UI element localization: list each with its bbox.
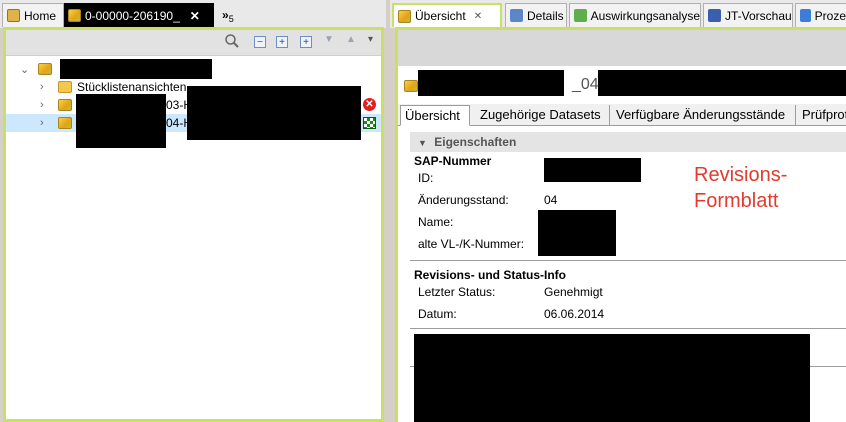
revisions-formblatt-annotation: Revisions- Formblatt bbox=[694, 164, 788, 212]
revision-status-section-title: Revisions- und Status-Info bbox=[414, 268, 567, 282]
tree-toolbar: − + + ▼ ▲ ▾ bbox=[6, 30, 381, 56]
summary-pane: _04- Übersicht Zugehörige Datasets Verfü… bbox=[395, 27, 846, 422]
chevron-down-icon[interactable]: ⌄ bbox=[20, 63, 29, 76]
expand-icon[interactable]: + bbox=[276, 36, 288, 48]
sap-number-section-title: SAP-Nummer bbox=[414, 154, 492, 168]
redacted-block bbox=[544, 158, 641, 182]
collapse-icon[interactable]: − bbox=[254, 36, 266, 48]
aenderungsstand-value: 04 bbox=[544, 193, 558, 207]
section-divider bbox=[410, 328, 846, 329]
view-menu-icon[interactable]: ▾ bbox=[368, 34, 373, 45]
header-strip bbox=[398, 30, 846, 66]
properties-header-label: Eigenschaften bbox=[434, 135, 517, 149]
details-icon bbox=[510, 9, 523, 22]
chevron-down-icon: ▼ bbox=[418, 138, 427, 148]
tab-bom[interactable]: 0-00000-206190_ ✕ bbox=[64, 3, 214, 28]
alte-nummer-label: alte VL-/K-Nummer: bbox=[418, 237, 525, 251]
checkered-flag-icon bbox=[363, 117, 376, 129]
redacted-block bbox=[414, 334, 810, 422]
overflow-count: 5 bbox=[228, 14, 234, 24]
redacted-block bbox=[418, 70, 564, 96]
error-status-icon: ✕ bbox=[363, 98, 376, 111]
name-label: Name: bbox=[418, 215, 454, 229]
subtab-verfuegbare-aenderungsstaende[interactable]: Verfügbare Änderungsstände bbox=[612, 105, 796, 126]
aenderungsstand-label: Änderungsstand: bbox=[418, 193, 509, 207]
tab-bom-label: 0-00000-206190_ bbox=[85, 8, 180, 23]
bom-cubes-icon bbox=[58, 99, 72, 111]
tab-uebersicht[interactable]: Übersicht ✕ bbox=[392, 3, 502, 27]
section-divider bbox=[410, 260, 846, 261]
redacted-block bbox=[60, 59, 212, 79]
tab-label: Auswirkungsanalyse bbox=[590, 8, 700, 23]
folder-icon bbox=[58, 81, 72, 93]
bom-tree-pane: − + + ▼ ▲ ▾ ⌄ › Stücklistenansichten › 0… bbox=[3, 27, 384, 422]
id-label: ID: bbox=[418, 171, 434, 185]
bom-cubes-icon bbox=[58, 117, 72, 129]
tab-label: JT-Vorschau bbox=[725, 8, 792, 23]
arrow-down-icon[interactable]: ▼ bbox=[324, 34, 334, 45]
tab-label: Übersicht bbox=[415, 9, 466, 23]
close-icon[interactable]: ✕ bbox=[190, 9, 200, 23]
process-icon bbox=[800, 9, 811, 22]
redacted-block bbox=[76, 94, 166, 148]
bom-cubes-icon bbox=[38, 63, 52, 75]
chevron-right-icon[interactable]: › bbox=[40, 99, 44, 111]
jt-viewer-icon bbox=[708, 9, 721, 22]
letzter-status-value: Genehmigt bbox=[544, 285, 603, 299]
tab-details[interactable]: Details bbox=[505, 3, 567, 27]
right-tabbar: Übersicht ✕ Details Auswirkungsanalyse J… bbox=[390, 0, 846, 28]
redacted-block bbox=[598, 70, 846, 96]
chevron-double-right-icon: » bbox=[222, 8, 229, 22]
chevron-right-icon[interactable]: › bbox=[40, 81, 44, 93]
download-icon bbox=[574, 9, 587, 22]
subtab-uebersicht[interactable]: Übersicht bbox=[400, 105, 470, 126]
redacted-block bbox=[538, 210, 616, 256]
tab-jt-vorschau[interactable]: JT-Vorschau bbox=[703, 3, 793, 27]
tab-auswirkungsanalyse[interactable]: Auswirkungsanalyse bbox=[569, 3, 701, 27]
datum-label: Datum: bbox=[418, 307, 457, 321]
tab-label: Details bbox=[527, 8, 564, 23]
subtab-bar: Übersicht Zugehörige Datasets Verfügbare… bbox=[398, 104, 846, 126]
tab-home-label: Home bbox=[24, 8, 57, 23]
home-icon bbox=[7, 9, 20, 22]
bom-cubes-icon bbox=[398, 9, 411, 23]
redacted-block bbox=[187, 86, 361, 140]
tab-label: Proze bbox=[814, 8, 846, 23]
close-icon[interactable]: ✕ bbox=[474, 11, 482, 22]
left-tabbar: Home 0-00000-206190_ ✕ » 5 bbox=[0, 0, 386, 28]
tab-overflow-menu[interactable]: » 5 bbox=[220, 3, 250, 27]
tab-home[interactable]: Home bbox=[2, 3, 64, 27]
bom-cubes-icon bbox=[404, 80, 418, 92]
subtab-zugehoerige-datasets[interactable]: Zugehörige Datasets bbox=[476, 105, 610, 126]
tree-root-row[interactable]: ⌄ bbox=[6, 59, 381, 79]
bom-cubes-icon bbox=[68, 9, 81, 22]
letzter-status-label: Letzter Status: bbox=[418, 285, 496, 299]
chevron-right-icon[interactable]: › bbox=[40, 117, 44, 129]
subtab-pruefprotokoll[interactable]: Prüfprot bbox=[798, 105, 846, 126]
tab-prozess[interactable]: Proze bbox=[795, 3, 846, 27]
datum-value: 06.06.2014 bbox=[544, 307, 605, 321]
arrow-up-icon[interactable]: ▲ bbox=[346, 34, 356, 45]
search-icon[interactable] bbox=[224, 33, 240, 49]
properties-section-header[interactable]: ▼ Eigenschaften bbox=[410, 132, 846, 152]
tree-row-label: Stücklistenansichten bbox=[77, 80, 187, 94]
expand-all-icon[interactable]: + bbox=[300, 36, 312, 48]
